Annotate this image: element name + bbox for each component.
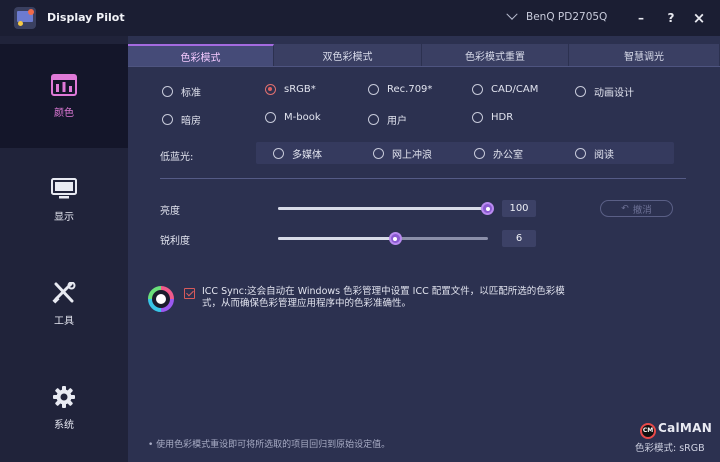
radio-animation[interactable]: 动画设计 [575,84,634,99]
sidebar-item-label: 工具 [54,315,74,327]
radio-office[interactable]: 办公室 [474,146,523,161]
brightness-label: 亮度 [160,206,180,217]
radio-darkroom[interactable]: 暗房 [162,112,201,127]
sidebar-item-color[interactable]: 颜色 [0,44,128,148]
undo-label: 撤消 [632,204,652,216]
color-palette-icon [51,73,77,96]
brightness-value[interactable]: 100 [502,200,536,217]
radio-label: 多媒体 [292,150,322,161]
monitor-selector[interactable]: BenQ PD2705Q [506,8,608,23]
radio-label: 网上冲浪 [392,150,432,161]
radio-circle [162,114,173,125]
radio-circle [368,84,379,95]
gear-icon [51,385,77,408]
tab-smart-dimming[interactable]: 智慧调光 [569,44,720,66]
tab-divider [128,66,720,67]
tab-color-mode[interactable]: 色彩模式 [128,44,274,66]
undo-button[interactable]: ↶ 撤消 [600,200,673,217]
app-title: Display Pilot [47,11,125,24]
icc-sync-checkbox[interactable] [184,288,195,299]
sharpness-slider-track[interactable] [278,237,488,240]
radio-circle [472,112,483,123]
radio-hdr[interactable]: HDR [472,112,513,123]
low-blue-light-row: 多媒体 网上冲浪 办公室 阅读 [128,146,720,164]
undo-icon: ↶ [621,203,629,214]
radio-rec709[interactable]: Rec.709* [368,84,432,95]
current-color-mode-status: 色彩模式: sRGB [635,443,705,454]
radio-circle [162,86,173,97]
chevron-down-icon [506,8,518,20]
radio-m-book[interactable]: M-book [265,112,321,123]
radio-label: 暗房 [181,116,201,127]
monitor-icon [51,177,77,200]
radio-standard[interactable]: 标准 [162,84,201,99]
sharpness-label: 锐利度 [160,236,190,247]
main-panel: 色彩模式 双色彩模式 色彩模式重置 智慧调光 标准 sRGB* Rec.709*… [128,36,720,462]
radio-web-surfing[interactable]: 网上冲浪 [373,146,432,161]
radio-circle-selected [265,84,276,95]
tools-icon [51,281,77,304]
brightness-slider-thumb[interactable] [481,202,494,215]
section-divider [160,178,686,179]
radio-reading[interactable]: 阅读 [575,146,614,161]
monitor-name: BenQ PD2705Q [526,11,608,23]
calman-badge-icon: CM [640,423,656,439]
radio-cad-cam[interactable]: CAD/CAM [472,84,538,95]
close-button[interactable]: × [689,8,709,28]
calman-brand: CalMAN [658,421,713,435]
radio-circle [575,148,586,159]
tab-color-mode-reset[interactable]: 色彩模式重置 [422,44,569,66]
app-logo-icon [14,7,36,29]
radio-label: sRGB* [284,84,316,95]
brightness-slider-fill [278,207,488,210]
calman-badge-text: CM [642,427,654,434]
sharpness-value[interactable]: 6 [502,230,536,247]
radio-label: 标准 [181,88,201,99]
radio-label: 办公室 [493,150,523,161]
radio-circle [373,148,384,159]
radio-label: HDR [491,112,514,123]
sidebar-item-display[interactable]: 显示 [0,148,128,252]
radio-label: 用户 [387,116,407,127]
radio-label: CAD/CAM [491,84,539,95]
icc-sync-description: ICC Sync:这会自动在 Windows 色彩管理中设置 ICC 配置文件，… [202,286,565,309]
sidebar-item-label: 显示 [54,211,74,223]
minimize-button[interactable]: – [631,8,651,28]
sharpness-slider-fill [278,237,396,240]
radio-circle [273,148,284,159]
color-mode-row-1: 标准 sRGB* Rec.709* CAD/CAM 动画设计 [128,84,720,102]
radio-circle [474,148,485,159]
sidebar-item-label: 系统 [54,419,74,431]
radio-label: 动画设计 [594,88,634,99]
radio-label: Rec.709* [387,84,433,95]
radio-user[interactable]: 用户 [368,112,407,127]
title-bar: Display Pilot BenQ PD2705Q – ? × [0,0,720,36]
brightness-slider-track[interactable] [278,207,488,210]
radio-srgb[interactable]: sRGB* [265,84,316,95]
color-mode-row-2: 暗房 M-book 用户 HDR [128,112,720,130]
radio-multimedia[interactable]: 多媒体 [273,146,322,161]
radio-circle [472,84,483,95]
sidebar-item-label: 颜色 [54,107,74,119]
tab-dual-color-mode[interactable]: 双色彩模式 [274,44,422,66]
radio-label: 阅读 [594,150,614,161]
radio-circle [368,114,379,125]
sharpness-slider-thumb[interactable] [388,232,402,245]
sidebar-item-system[interactable]: 系统 [0,356,128,460]
radio-label: M-book [284,112,321,123]
icc-sync-logo-icon [148,286,174,312]
sidebar-item-tools[interactable]: 工具 [0,252,128,356]
reset-hint: • 使用色彩模式重设即可将所选取的项目回归到原始设定值。 [148,440,391,450]
help-button[interactable]: ? [661,8,681,28]
tab-bar: 色彩模式 双色彩模式 色彩模式重置 智慧调光 [128,44,720,66]
radio-circle [575,86,586,97]
radio-circle [265,112,276,123]
sidebar: 颜色 显示 工具 系统 [0,36,128,462]
